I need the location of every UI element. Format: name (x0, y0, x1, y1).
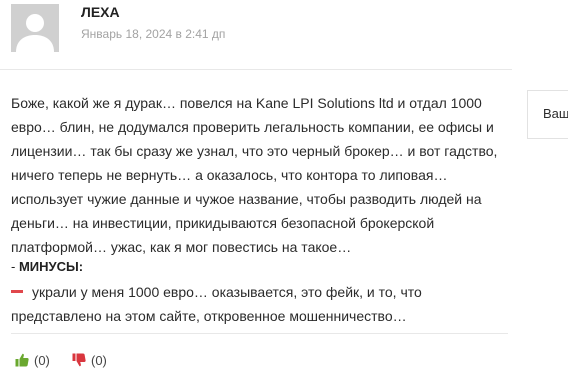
cons-text: украли у меня 1000 евро… оказывается, эт… (11, 284, 422, 324)
thumbs-up-icon (15, 353, 29, 367)
sidebar-rating-box: Ваш (527, 90, 568, 139)
avatar (11, 4, 59, 52)
comment-date: Январь 18, 2024 в 2:41 дп (81, 27, 226, 41)
thumbs-down-icon (72, 353, 86, 367)
cons-item: украли у меня 1000 евро… оказывается, эт… (11, 280, 501, 328)
dislike-button[interactable]: (0) (72, 350, 107, 370)
like-button[interactable]: (0) (15, 350, 50, 370)
default-user-avatar-icon (11, 4, 59, 52)
cons-prefix: - (11, 259, 19, 274)
comment-text: Боже, какой же я дурак… повелся на Kane … (11, 95, 498, 255)
header-divider (0, 69, 512, 70)
like-count: (0) (34, 352, 50, 368)
comment-author: ЛЕХА (81, 4, 120, 20)
footer-divider (11, 333, 508, 334)
cons-title: МИНУСЫ: (18, 259, 84, 274)
minus-mark-icon (11, 289, 23, 293)
dislike-count: (0) (91, 352, 107, 368)
sidebar-partial-label: Ваш (543, 106, 568, 121)
cons-heading: - МИНУСЫ: (11, 257, 83, 277)
